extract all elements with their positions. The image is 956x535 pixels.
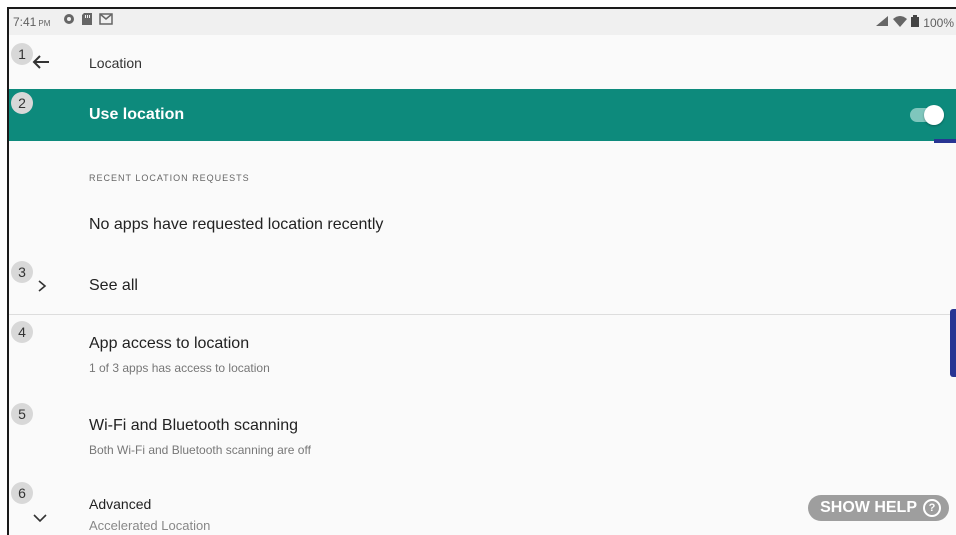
sd-card-icon [82,13,92,28]
chevron-down-icon [33,510,47,523]
show-help-button[interactable]: SHOW HELP ? [808,495,949,521]
battery-icon [911,15,920,30]
section-divider [9,314,956,315]
step-badge-1: 1 [11,43,33,65]
no-recent-requests-text: No apps have requested location recently [89,216,384,233]
step-badge-2: 2 [11,92,33,114]
pref-title: Advanced [89,496,152,512]
app-bar: 1 Location [9,35,956,89]
signal-icon [875,15,889,30]
alarm-icon [63,13,75,28]
see-all-label: See all [89,277,138,294]
step-badge-4: 4 [11,321,33,343]
pref-summary: Accelerated Location [89,518,211,533]
mail-icon [99,13,113,28]
use-location-switch-bar[interactable]: 2 Use location [9,89,956,141]
pref-summary: Both Wi-Fi and Bluetooth scanning are of… [89,443,311,457]
page-title: Location [89,55,142,71]
status-right: 100% [875,15,954,30]
status-time: 7:41 PM [13,15,50,29]
step-badge-5: 5 [11,403,33,425]
status-time-value: 7:41 [13,15,37,29]
chevron-right-icon [37,279,47,292]
back-arrow-icon[interactable] [31,53,51,71]
battery-level: 100% [923,15,954,30]
pref-title: Wi-Fi and Bluetooth scanning [89,417,298,434]
status-bar: 7:41 PM 100% [9,9,956,35]
side-panel-tab[interactable] [950,309,956,377]
pref-summary: 1 of 3 apps has access to location [89,361,270,375]
use-location-label: Use location [89,106,185,123]
pref-title: App access to location [89,335,250,352]
wifi-icon [893,15,908,30]
screen-frame: 7:41 PM 100% 1 Location 2 Use location R… [7,7,956,535]
see-all-row[interactable]: 3 See all [9,259,956,314]
show-help-label: SHOW HELP [820,499,917,516]
recent-requests-header: RECENT LOCATION REQUESTS [89,173,250,183]
step-badge-6: 6 [11,482,33,504]
wifi-bluetooth-scanning-item[interactable]: 5 Wi-Fi and Bluetooth scanning Both Wi-F… [9,403,956,473]
use-location-toggle[interactable] [910,105,944,125]
side-tab-marker [934,139,956,143]
app-access-to-location-item[interactable]: 4 App access to location 1 of 3 apps has… [9,321,956,391]
notification-icons [63,13,113,28]
toggle-thumb [924,105,944,125]
step-badge-3: 3 [11,261,33,283]
status-ampm: PM [38,19,51,28]
help-icon: ? [923,499,941,517]
